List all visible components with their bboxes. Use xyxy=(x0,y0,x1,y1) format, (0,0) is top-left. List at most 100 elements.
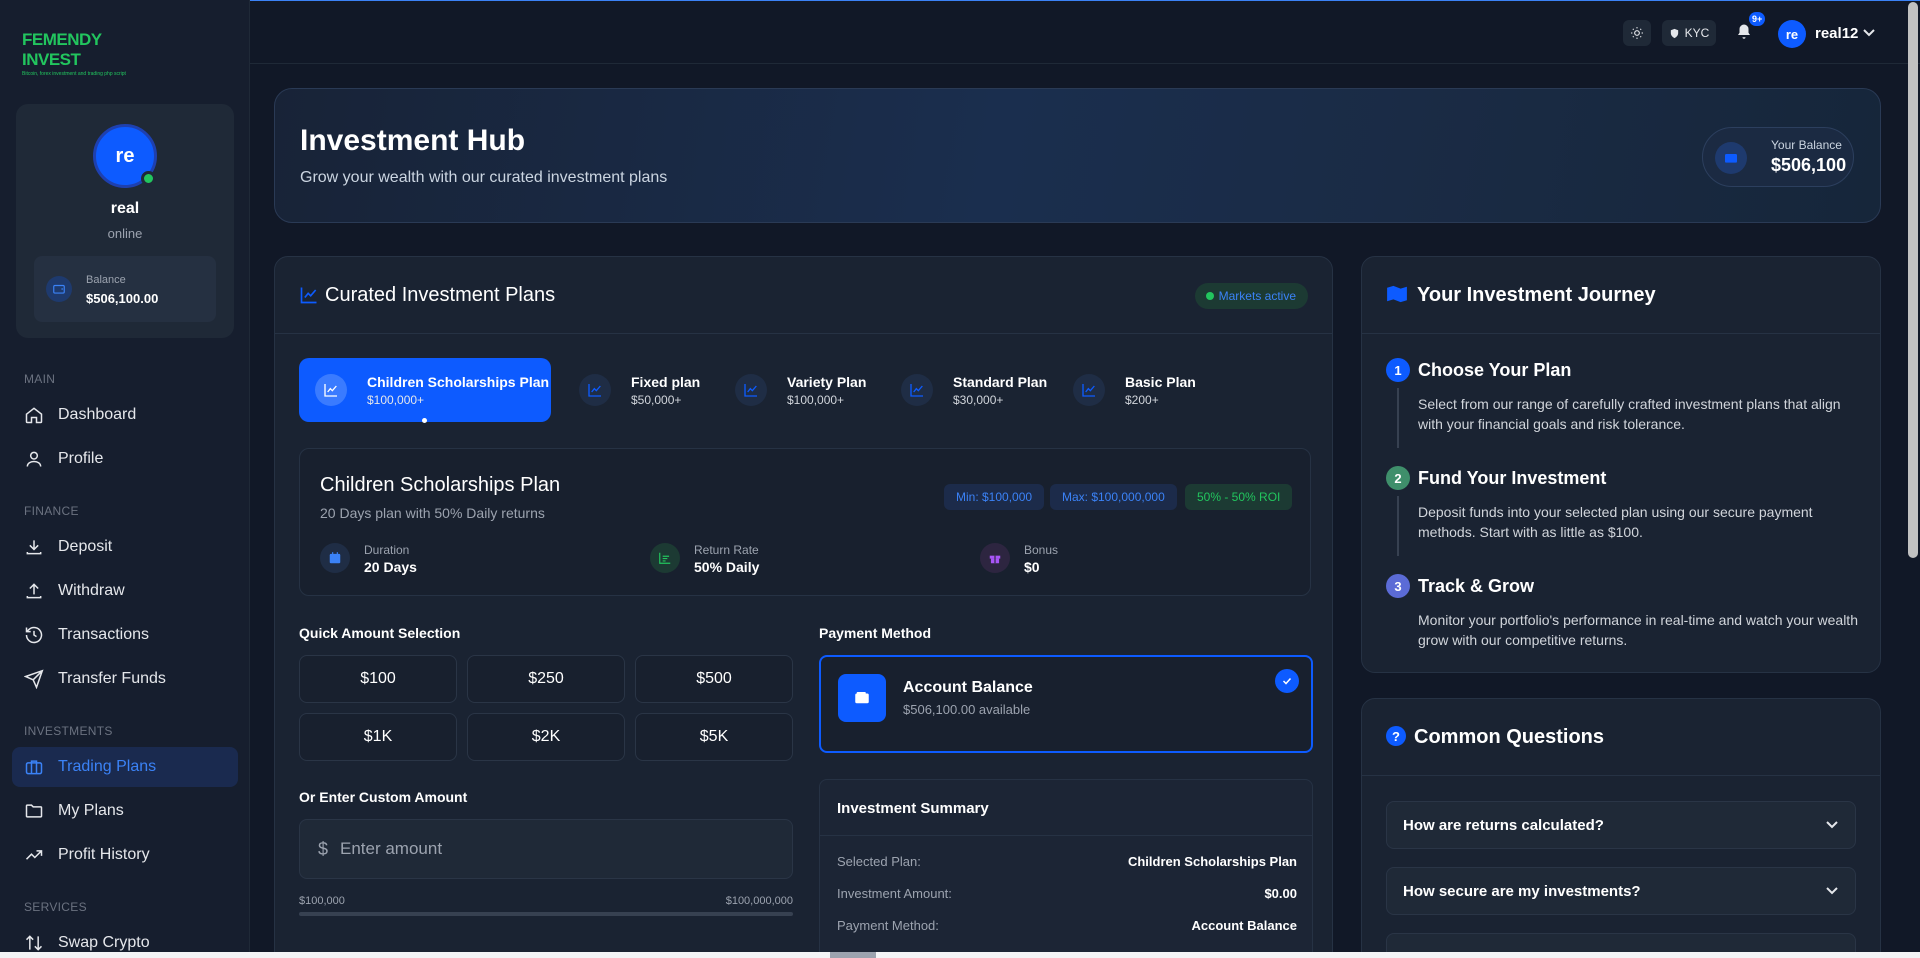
journey-title: Your Investment Journey xyxy=(1417,284,1656,306)
vertical-scrollbar[interactable] xyxy=(1908,2,1918,558)
step-title: Choose Your Plan xyxy=(1418,360,1572,380)
quick-amount-1k[interactable]: $1K xyxy=(299,713,457,761)
notifications-button[interactable] xyxy=(1735,22,1753,42)
plan-tab-standard[interactable]: Standard Plan $30,000+ xyxy=(885,358,1047,422)
payment-method-label: Payment Method xyxy=(819,625,932,641)
return-rate-label: Return Rate xyxy=(694,543,759,557)
plan-tab-fixed[interactable]: Fixed plan $50,000+ xyxy=(563,358,713,422)
summary-key: Selected Plan: xyxy=(837,854,921,869)
shield-icon xyxy=(1670,28,1678,38)
brand-logo[interactable]: FEMENDY INVEST Bitcoin, forex investment… xyxy=(22,30,132,77)
send-icon xyxy=(24,669,44,689)
sidebar-item-deposit[interactable]: Deposit xyxy=(12,527,238,567)
profile-status: online xyxy=(107,226,143,241)
sidebar-item-dashboard[interactable]: Dashboard xyxy=(12,395,238,435)
wallet-icon xyxy=(46,276,72,302)
chevron-down-icon[interactable] xyxy=(1862,28,1876,38)
page-subtitle: Grow your wealth with our curated invest… xyxy=(300,169,668,186)
custom-amount-label: Or Enter Custom Amount xyxy=(299,789,468,805)
theme-toggle-button[interactable] xyxy=(1623,20,1651,46)
nav-section-finance: FINANCE xyxy=(24,504,79,518)
sidebar-item-profile[interactable]: Profile xyxy=(12,439,238,479)
faq-item[interactable]: How are returns calculated? xyxy=(1386,801,1856,849)
sun-icon xyxy=(1631,27,1643,39)
kyc-button[interactable]: KYC xyxy=(1662,20,1716,46)
investment-plans-card: Curated Investment Plans Markets active … xyxy=(274,256,1333,958)
bonus-label: Bonus xyxy=(1024,543,1059,557)
wallet-icon xyxy=(838,674,886,722)
step-number: 3 xyxy=(1386,574,1410,598)
quick-amount-100[interactable]: $100 xyxy=(299,655,457,703)
custom-amount-input[interactable] xyxy=(340,834,760,864)
bell-icon xyxy=(1738,24,1750,39)
sidebar-item-trading-plans[interactable]: Trading Plans xyxy=(12,747,238,787)
sidebar-item-label: Trading Plans xyxy=(58,758,157,775)
page-title: Investment Hub xyxy=(300,124,526,157)
plan-tab-min: $50,000+ xyxy=(631,393,682,407)
notification-badge: 9+ xyxy=(1749,12,1766,26)
chevron-down-icon xyxy=(1825,818,1839,832)
home-icon xyxy=(25,407,43,424)
sidebar-item-transactions[interactable]: Transactions xyxy=(12,615,238,655)
chevron-down-icon xyxy=(1825,884,1839,898)
faq-header: ? Common Questions xyxy=(1362,699,1880,776)
hero-balance: Your Balance $506,100 xyxy=(1702,127,1854,187)
plan-tab-variety[interactable]: Variety Plan $100,000+ xyxy=(719,358,875,422)
sidebar-item-transfer-funds[interactable]: Transfer Funds xyxy=(12,659,238,699)
sidebar-item-my-plans[interactable]: My Plans xyxy=(12,791,238,831)
faq-card: ? Common Questions How are returns calcu… xyxy=(1361,698,1881,958)
plan-tab-name: Basic Plan xyxy=(1125,374,1196,390)
sidebar-item-label: Withdraw xyxy=(58,582,125,599)
sidebar-item-label: Dashboard xyxy=(58,406,137,423)
plan-tab-children-scholarships[interactable]: Children Scholarships Plan $100,000+ xyxy=(299,358,551,422)
sidebar-item-label: Profit History xyxy=(58,846,150,863)
plan-tab-name: Children Scholarships Plan xyxy=(367,374,550,390)
faq-title: Common Questions xyxy=(1414,726,1605,748)
profile-name: real xyxy=(110,200,140,217)
max-amount-pill: Max: $100,000,000 xyxy=(1050,484,1177,510)
plan-tab-min: $100,000+ xyxy=(787,393,845,407)
history-icon xyxy=(25,626,43,644)
investment-journey-card: Your Investment Journey 1 Choose Your Pl… xyxy=(1361,256,1881,673)
check-icon xyxy=(1275,669,1299,693)
step-number: 1 xyxy=(1386,358,1410,382)
quick-amount-2k[interactable]: $2K xyxy=(467,713,625,761)
step-title: Track & Grow xyxy=(1418,576,1535,596)
custom-amount-field[interactable]: $ xyxy=(299,819,793,879)
plan-tab-min: $200+ xyxy=(1125,393,1159,407)
gift-icon xyxy=(980,543,1010,573)
range-min-label: $100,000 xyxy=(299,895,345,907)
sidebar-item-profit-history[interactable]: Profit History xyxy=(12,835,238,875)
folder-icon xyxy=(25,804,43,818)
payment-option-account-balance[interactable]: Account Balance $506,100.00 available xyxy=(819,655,1313,753)
faq-item[interactable]: How secure are my investments? xyxy=(1386,867,1856,915)
summary-value: $0.00 xyxy=(1264,886,1297,901)
active-tab-indicator xyxy=(422,418,427,423)
horizontal-scrollbar-thumb[interactable] xyxy=(830,952,876,958)
quick-amount-250[interactable]: $250 xyxy=(467,655,625,703)
user-menu-name[interactable]: real12 xyxy=(1815,25,1858,42)
bonus-value: $0 xyxy=(1024,559,1040,575)
online-indicator xyxy=(141,171,156,186)
brand-name: FEMENDY INVEST xyxy=(22,30,102,69)
plan-tab-name: Fixed plan xyxy=(631,374,701,390)
summary-value: Account Balance xyxy=(1191,918,1297,933)
plan-tab-min: $30,000+ xyxy=(953,393,1004,407)
plan-detail-subtitle: 20 Days plan with 50% Daily returns xyxy=(320,505,545,521)
balance-label: Balance xyxy=(86,274,126,286)
kyc-label: KYC xyxy=(1684,26,1710,40)
question-icon: ? xyxy=(1386,726,1406,746)
quick-amount-5k[interactable]: $5K xyxy=(635,713,793,761)
summary-key: Investment Amount: xyxy=(837,886,952,901)
quick-amount-500[interactable]: $500 xyxy=(635,655,793,703)
plan-detail-title: Children Scholarships Plan xyxy=(320,474,561,496)
chart-line-icon xyxy=(1073,374,1105,406)
plan-detail: Children Scholarships Plan 20 Days plan … xyxy=(299,448,1311,596)
hero-banner: Investment Hub Grow your wealth with our… xyxy=(274,88,1881,223)
profile-card: re real online Balance $506,100.00 xyxy=(16,104,234,338)
summary-header: Investment Summary xyxy=(820,780,1312,836)
plan-tab-basic[interactable]: Basic Plan $200+ xyxy=(1057,358,1197,422)
user-avatar[interactable]: re xyxy=(1778,20,1806,48)
sidebar-item-withdraw[interactable]: Withdraw xyxy=(12,571,238,611)
faq-question: How are returns calculated? xyxy=(1403,817,1604,834)
